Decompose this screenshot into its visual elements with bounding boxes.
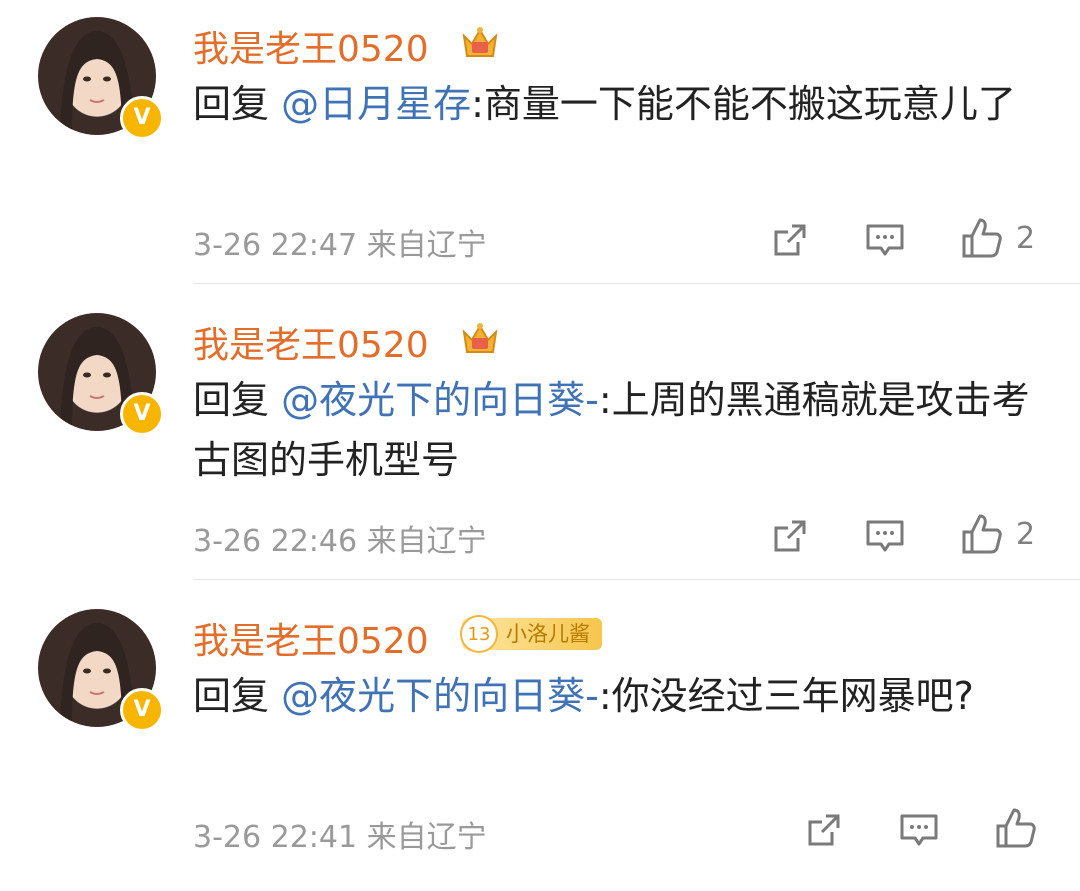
share-button[interactable] bbox=[770, 220, 810, 260]
comment-meta: 3-26 22:41 来自辽宁 bbox=[193, 812, 487, 856]
comment-meta: 3-26 22:47 来自辽宁 bbox=[193, 220, 487, 264]
location: 来自辽宁 bbox=[366, 524, 487, 559]
like-button[interactable] bbox=[994, 806, 1050, 850]
share-button[interactable] bbox=[804, 810, 844, 850]
like-icon bbox=[962, 514, 1002, 554]
comment-button[interactable] bbox=[898, 810, 940, 850]
timestamp: 3-26 22:47 bbox=[193, 228, 358, 263]
username[interactable]: 我是老王0520 bbox=[193, 20, 429, 72]
comment-text: 回复 @夜光下的向日葵-:上周的黑通稿就是攻击考古图的手机型号 bbox=[193, 378, 1030, 482]
comment-item: V 我是老王0520 13 小洛儿酱 回复 @夜光下的向日葵-:你没经过三年网暴… bbox=[0, 592, 1080, 891]
like-count: 2 bbox=[1016, 220, 1036, 256]
crown-icon bbox=[460, 318, 500, 358]
divider bbox=[193, 579, 1080, 580]
comment-icon bbox=[866, 520, 904, 552]
verified-icon: V bbox=[120, 392, 164, 436]
comment-item: V 我是老王0520 回复 @日月星存:商量一下能不能不搬这玩意儿了 3-26 … bbox=[0, 0, 1080, 285]
share-icon bbox=[808, 814, 840, 846]
fan-level-icon: 13 bbox=[460, 615, 498, 653]
comment-text: 回复 @夜光下的向日葵-:你没经过三年网暴吧? bbox=[193, 674, 974, 718]
divider bbox=[193, 283, 1080, 284]
comment-button[interactable] bbox=[864, 220, 906, 260]
username[interactable]: 我是老王0520 bbox=[193, 612, 429, 664]
location: 来自辽宁 bbox=[366, 820, 487, 855]
fan-badge-label: 小洛儿酱 bbox=[506, 622, 590, 646]
comment-text: 回复 @日月星存:商量一下能不能不搬这玩意儿了 bbox=[193, 82, 1016, 126]
comment-button[interactable] bbox=[864, 516, 906, 556]
fan-badge[interactable]: 13 小洛儿酱 bbox=[460, 615, 602, 653]
timestamp: 3-26 22:41 bbox=[193, 820, 358, 855]
share-icon bbox=[774, 520, 806, 552]
like-count: 2 bbox=[1016, 516, 1036, 552]
location: 来自辽宁 bbox=[366, 228, 487, 263]
comment-icon bbox=[900, 814, 938, 846]
comment-icon bbox=[866, 224, 904, 256]
like-button[interactable]: 2 bbox=[960, 512, 1035, 556]
mention-link[interactable]: @夜光下的向日葵- bbox=[281, 378, 599, 422]
mention-link[interactable]: @夜光下的向日葵- bbox=[281, 674, 599, 718]
verified-icon: V bbox=[120, 688, 164, 732]
crown-icon bbox=[460, 22, 500, 62]
mention-link[interactable]: @日月星存 bbox=[281, 82, 471, 126]
comment-meta: 3-26 22:46 来自辽宁 bbox=[193, 516, 487, 560]
username[interactable]: 我是老王0520 bbox=[193, 316, 429, 368]
like-icon bbox=[996, 808, 1036, 848]
like-icon bbox=[962, 218, 1002, 258]
like-button[interactable]: 2 bbox=[960, 216, 1035, 260]
verified-icon: V bbox=[120, 96, 164, 140]
comment-item: V 我是老王0520 回复 @夜光下的向日葵-:上周的黑通稿就是攻击考古图的手机… bbox=[0, 296, 1080, 581]
share-icon bbox=[774, 224, 806, 256]
share-button[interactable] bbox=[770, 516, 810, 556]
timestamp: 3-26 22:46 bbox=[193, 524, 358, 559]
